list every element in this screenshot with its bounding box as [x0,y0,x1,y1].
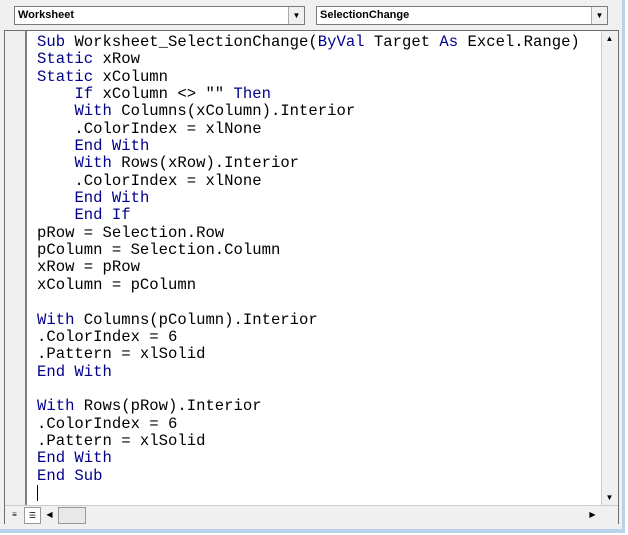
code-token: xColumn [93,67,169,86]
code-line: pRow = Selection.Row [37,223,580,242]
code-line: .ColorIndex = 6 [37,414,580,433]
vba-code-window: Worksheet ▼ SelectionChange ▼ Sub Worksh… [0,0,625,533]
code-token: Worksheet_SelectionChange( [74,33,318,51]
keyword: If [74,85,94,104]
code-token: .Pattern = xlSolid [37,345,206,364]
object-dropdown[interactable]: Worksheet ▼ [14,6,305,25]
code-token: Columns(xColumn).Interior [111,102,356,121]
code-line: .ColorIndex = 6 [37,327,580,346]
margin-indicator-bar[interactable] [5,31,27,505]
procedure-dropdown-value: SelectionChange [320,9,410,21]
code-token: xRow [93,50,140,69]
keyword: End With [74,137,150,156]
code-line: End If [37,207,580,224]
code-token: xColumn = pColumn [37,275,197,294]
horizontal-scroll-thumb[interactable] [58,507,86,524]
keyword: With [37,397,75,416]
code-token: pRow = Selection.Row [37,223,225,242]
full-module-view-icon[interactable]: ☰ [24,507,41,524]
code-text[interactable]: Sub Worksheet_SelectionChange(ByVal Targ… [37,33,580,502]
chevron-down-icon[interactable]: ▼ [288,7,304,24]
keyword: Sub [37,33,75,51]
code-line: End With [37,137,580,156]
scroll-left-icon[interactable]: ◀ [42,507,57,522]
code-line: If xColumn <> "" Then [37,85,580,104]
code-line: xColumn = pColumn [37,275,580,294]
scroll-right-icon[interactable]: ▶ [585,507,600,522]
code-line: End With [37,189,580,208]
code-line: .Pattern = xlSolid [37,431,580,450]
code-token: xRow = pRow [37,258,140,277]
code-token: Columns(pColumn).Interior [74,310,318,329]
code-line: pColumn = Selection.Column [37,241,580,260]
keyword: Then [233,85,271,104]
code-token: Target [364,33,440,51]
code-line: With Rows(pRow).Interior [37,398,580,415]
code-token: .ColorIndex = xlNone [37,119,262,138]
keyword: End With [37,362,112,381]
keyword: End If [74,206,131,225]
keyword: With [74,102,112,121]
procedure-view-icon[interactable]: ≡ [7,507,22,522]
code-line: With Columns(xColumn).Interior [37,103,580,120]
code-editor[interactable]: Sub Worksheet_SelectionChange(ByVal Targ… [4,30,619,524]
code-token: Rows(pRow).Interior [74,397,262,416]
keyword: ByVal [317,33,365,51]
code-token: xColumn <> "" [93,85,234,104]
code-line: Sub Worksheet_SelectionChange(ByVal Targ… [37,33,580,51]
code-token: Excel.Range) [458,33,580,51]
code-line: With Columns(pColumn).Interior [37,310,580,329]
code-token: .ColorIndex = 6 [37,414,178,433]
keyword: End Sub [37,466,103,485]
code-line: End With [37,362,580,381]
code-token: .ColorIndex = 6 [37,327,178,346]
code-token: pColumn = Selection.Column [37,241,281,260]
code-line: Static xRow [37,51,580,68]
code-line: End Sub [37,466,580,485]
code-line: .ColorIndex = xlNone [37,171,580,190]
keyword: With [74,154,112,173]
code-token: Rows(xRow).Interior [111,154,300,173]
text-cursor [37,484,38,501]
keyword: As [439,33,459,51]
code-line: xRow = pRow [37,259,580,276]
vertical-scrollbar[interactable]: ▲ ▼ [601,31,618,505]
keyword: Static [37,67,94,86]
keyword: With [37,310,75,329]
code-line: .ColorIndex = xlNone [37,119,580,138]
code-token: .Pattern = xlSolid [37,431,206,450]
code-line: With Rows(xRow).Interior [37,155,580,172]
chevron-down-icon[interactable]: ▼ [591,7,607,24]
object-dropdown-value: Worksheet [18,9,75,21]
code-line: .Pattern = xlSolid [37,346,580,363]
scroll-up-icon[interactable]: ▲ [602,31,617,46]
scroll-down-icon[interactable]: ▼ [602,490,617,505]
keyword: End With [74,189,150,208]
procedure-dropdown[interactable]: SelectionChange ▼ [316,6,608,25]
keyword: End With [37,449,112,468]
code-line: End With [37,450,580,467]
keyword: Static [37,50,94,69]
code-line: Static xColumn [37,67,580,86]
code-token: .ColorIndex = xlNone [37,171,262,190]
horizontal-scrollbar[interactable]: ≡ ☰ ◀ ▶ [5,505,618,524]
